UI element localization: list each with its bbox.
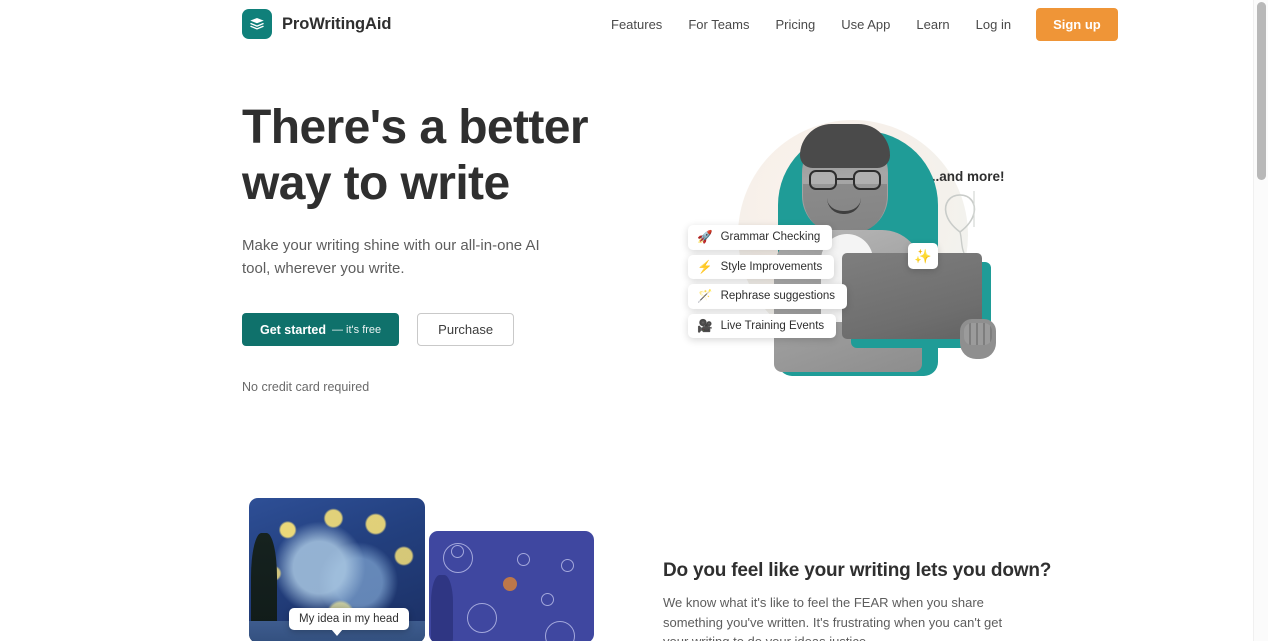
sketch-cypress-tree xyxy=(431,575,453,641)
main-nav: Features For Teams Pricing Use App Learn… xyxy=(598,7,1118,41)
page-root: ProWritingAid Features For Teams Pricing… xyxy=(0,0,1253,641)
writing-comparison-illustration: My idea in my head xyxy=(249,498,594,641)
sketch-star xyxy=(517,553,530,566)
feature-badge-label: Grammar Checking xyxy=(720,231,821,244)
sketch-swirl xyxy=(545,621,575,641)
sketch-blot xyxy=(503,577,517,591)
glasses-icon xyxy=(807,170,883,190)
nav-item-pricing[interactable]: Pricing xyxy=(762,11,828,38)
purchase-button[interactable]: Purchase xyxy=(417,313,515,346)
feature-badge-label: Live Training Events xyxy=(720,319,825,332)
sign-up-button[interactable]: Sign up xyxy=(1036,7,1118,41)
hero-title-line-2: way to write xyxy=(242,157,510,210)
nav-item-use-app[interactable]: Use App xyxy=(828,11,903,38)
hero-title-line-1: There's a better xyxy=(242,101,589,154)
idea-caption-bubble: My idea in my head xyxy=(289,608,409,636)
hero-illustration: ...and more! ✨ 🚀 Grammar Checking ⚡ Styl… xyxy=(660,95,1060,395)
nav-item-log-in[interactable]: Log in xyxy=(963,11,1024,38)
feature-badge-live-training-events[interactable]: 🎥 Live Training Events xyxy=(688,313,837,338)
hero-cta-group: Get started — it's free Purchase xyxy=(242,313,642,346)
nav-item-features[interactable]: Features xyxy=(598,11,675,38)
get-started-button[interactable]: Get started — it's free xyxy=(242,313,400,346)
site-header: ProWritingAid Features For Teams Pricing… xyxy=(0,0,1253,48)
movie-camera-icon: 🎥 xyxy=(697,318,713,333)
sparkles-icon: ✨ xyxy=(908,243,938,269)
section2-copy: Do you feel like your writing lets you d… xyxy=(663,560,1052,641)
magic-wand-icon: 🪄 xyxy=(697,289,713,303)
page-scrollbar-thumb[interactable] xyxy=(1257,2,1266,180)
feature-badge-rephrase-suggestions[interactable]: 🪄 Rephrase suggestions xyxy=(688,284,848,309)
rocket-icon: 🚀 xyxy=(697,230,713,244)
feature-badge-label: Style Improvements xyxy=(720,260,823,273)
get-started-sublabel: — it's free xyxy=(332,323,382,336)
person-hand xyxy=(960,319,996,359)
brand-name: ProWritingAid xyxy=(282,14,392,33)
page-scrollbar[interactable] xyxy=(1253,0,1268,641)
brand-logo-link[interactable]: ProWritingAid xyxy=(242,9,391,39)
feature-badge-grammar-checking[interactable]: 🚀 Grammar Checking xyxy=(688,225,833,250)
sketch-swirl xyxy=(467,603,497,633)
feature-badge-label: Rephrase suggestions xyxy=(720,290,836,303)
sketch-star xyxy=(541,593,554,606)
sketch-star xyxy=(561,559,574,572)
hero-subtitle: Make your writing shine with our all-in-… xyxy=(242,237,540,277)
section2-title: Do you feel like your writing lets you d… xyxy=(663,560,1052,581)
sketch-swirl xyxy=(443,543,473,573)
simplified-sketch-panel xyxy=(429,531,594,641)
feature-badge-list: 🚀 Grammar Checking ⚡ Style Improvements … xyxy=(688,225,848,338)
nav-item-learn[interactable]: Learn xyxy=(903,11,962,38)
hero-copy: There's a better way to write Make your … xyxy=(242,100,642,394)
lightning-bolt-icon: ⚡ xyxy=(697,259,713,274)
get-started-label: Get started xyxy=(260,322,326,337)
hero-title: There's a better way to write xyxy=(242,100,642,212)
no-credit-card-note: No credit card required xyxy=(242,380,370,394)
person-hair xyxy=(800,124,890,168)
nav-item-for-teams[interactable]: For Teams xyxy=(675,11,762,38)
feature-badge-style-improvements[interactable]: ⚡ Style Improvements xyxy=(688,254,835,279)
section2-body: We know what it's like to feel the FEAR … xyxy=(663,595,1003,641)
stacked-pages-check-icon xyxy=(242,9,272,39)
